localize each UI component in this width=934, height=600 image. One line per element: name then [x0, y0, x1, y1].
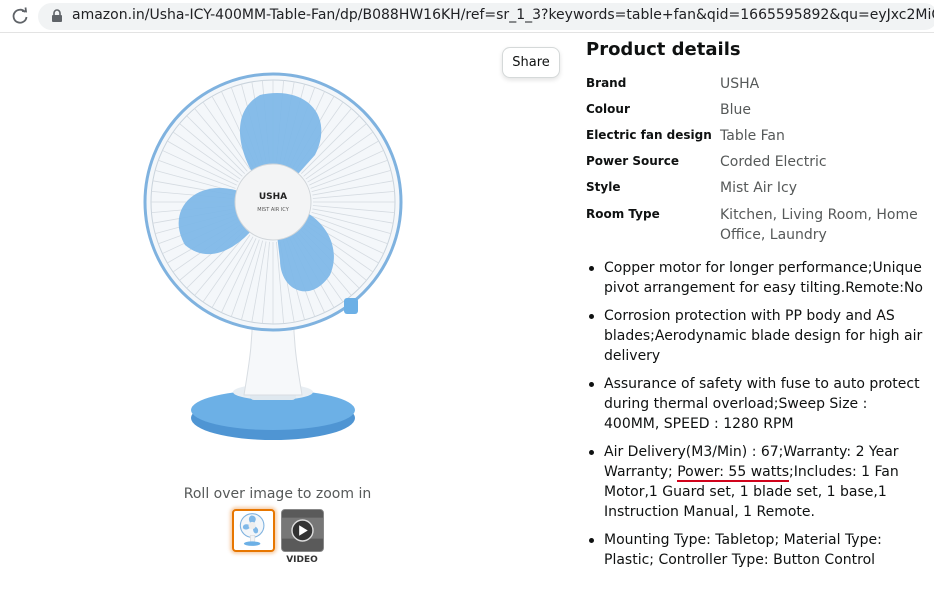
browser-address-bar: amazon.in/Usha-ICY-400MM-Table-Fan/dp/B0…	[0, 0, 934, 33]
bullet-dot	[589, 538, 594, 543]
spec-label: Power Source	[586, 154, 679, 168]
thumbnail-video[interactable]	[281, 509, 324, 552]
spec-value: USHA	[720, 76, 760, 92]
share-button[interactable]: Share	[502, 47, 560, 78]
feature-bullet: Copper motor for longer performance;Uniq…	[586, 258, 926, 298]
feature-bullets: Copper motor for longer performance;Uniq…	[586, 258, 926, 578]
lock-icon[interactable]	[50, 9, 64, 23]
reload-icon[interactable]	[10, 6, 30, 26]
product-details-title: Product details	[586, 39, 741, 60]
spec-label: Room Type	[586, 207, 660, 221]
fan-thumbnail-icon	[239, 513, 265, 546]
url-text[interactable]: amazon.in/Usha-ICY-400MM-Table-Fan/dp/B0…	[72, 7, 934, 23]
spec-label: Electric fan design	[586, 128, 712, 142]
bullet-dot	[589, 266, 594, 271]
feature-bullet: Air Delivery(M3/Min) : 67;Warranty: 2 Ye…	[586, 442, 926, 522]
bullet-dot	[589, 450, 594, 455]
zoom-hint: Roll over image to zoom in	[183, 486, 372, 502]
bullet-text: Corrosion protection with PP body and AS…	[604, 308, 923, 364]
thumbnail-image-selected[interactable]	[232, 509, 275, 552]
bullet-text: Assurance of safety with fuse to auto pr…	[604, 376, 920, 432]
feature-bullet: Mounting Type: Tabletop; Material Type: …	[586, 530, 926, 570]
spec-value: Blue	[720, 102, 751, 118]
spec-value: Corded Electric	[720, 154, 827, 170]
fan-model-text: MIST AIR ICY	[257, 207, 289, 213]
play-icon	[282, 510, 323, 551]
spec-label: Brand	[586, 76, 627, 90]
bullet-dot	[589, 382, 594, 387]
spec-value: Table Fan	[720, 128, 785, 144]
product-image[interactable]: USHA MIST AIR ICY	[140, 70, 410, 450]
spec-value: Kitchen, Living Room, Home Office, Laund…	[720, 207, 918, 243]
feature-bullet: Corrosion protection with PP body and AS…	[586, 306, 926, 366]
bullet-dot	[589, 314, 594, 319]
feature-bullet: Assurance of safety with fuse to auto pr…	[586, 374, 926, 434]
bullet-text: Copper motor for longer performance;Uniq…	[604, 260, 923, 296]
spec-value: Mist Air Icy	[720, 180, 797, 196]
video-label: VIDEO	[286, 555, 318, 565]
fan-logo-text: USHA	[259, 192, 287, 202]
bullet-text: Mounting Type: Tabletop; Material Type: …	[604, 532, 882, 568]
spec-label: Colour	[586, 102, 630, 116]
power-highlight: Power: 55 watts	[677, 464, 790, 482]
spec-label: Style	[586, 180, 621, 194]
